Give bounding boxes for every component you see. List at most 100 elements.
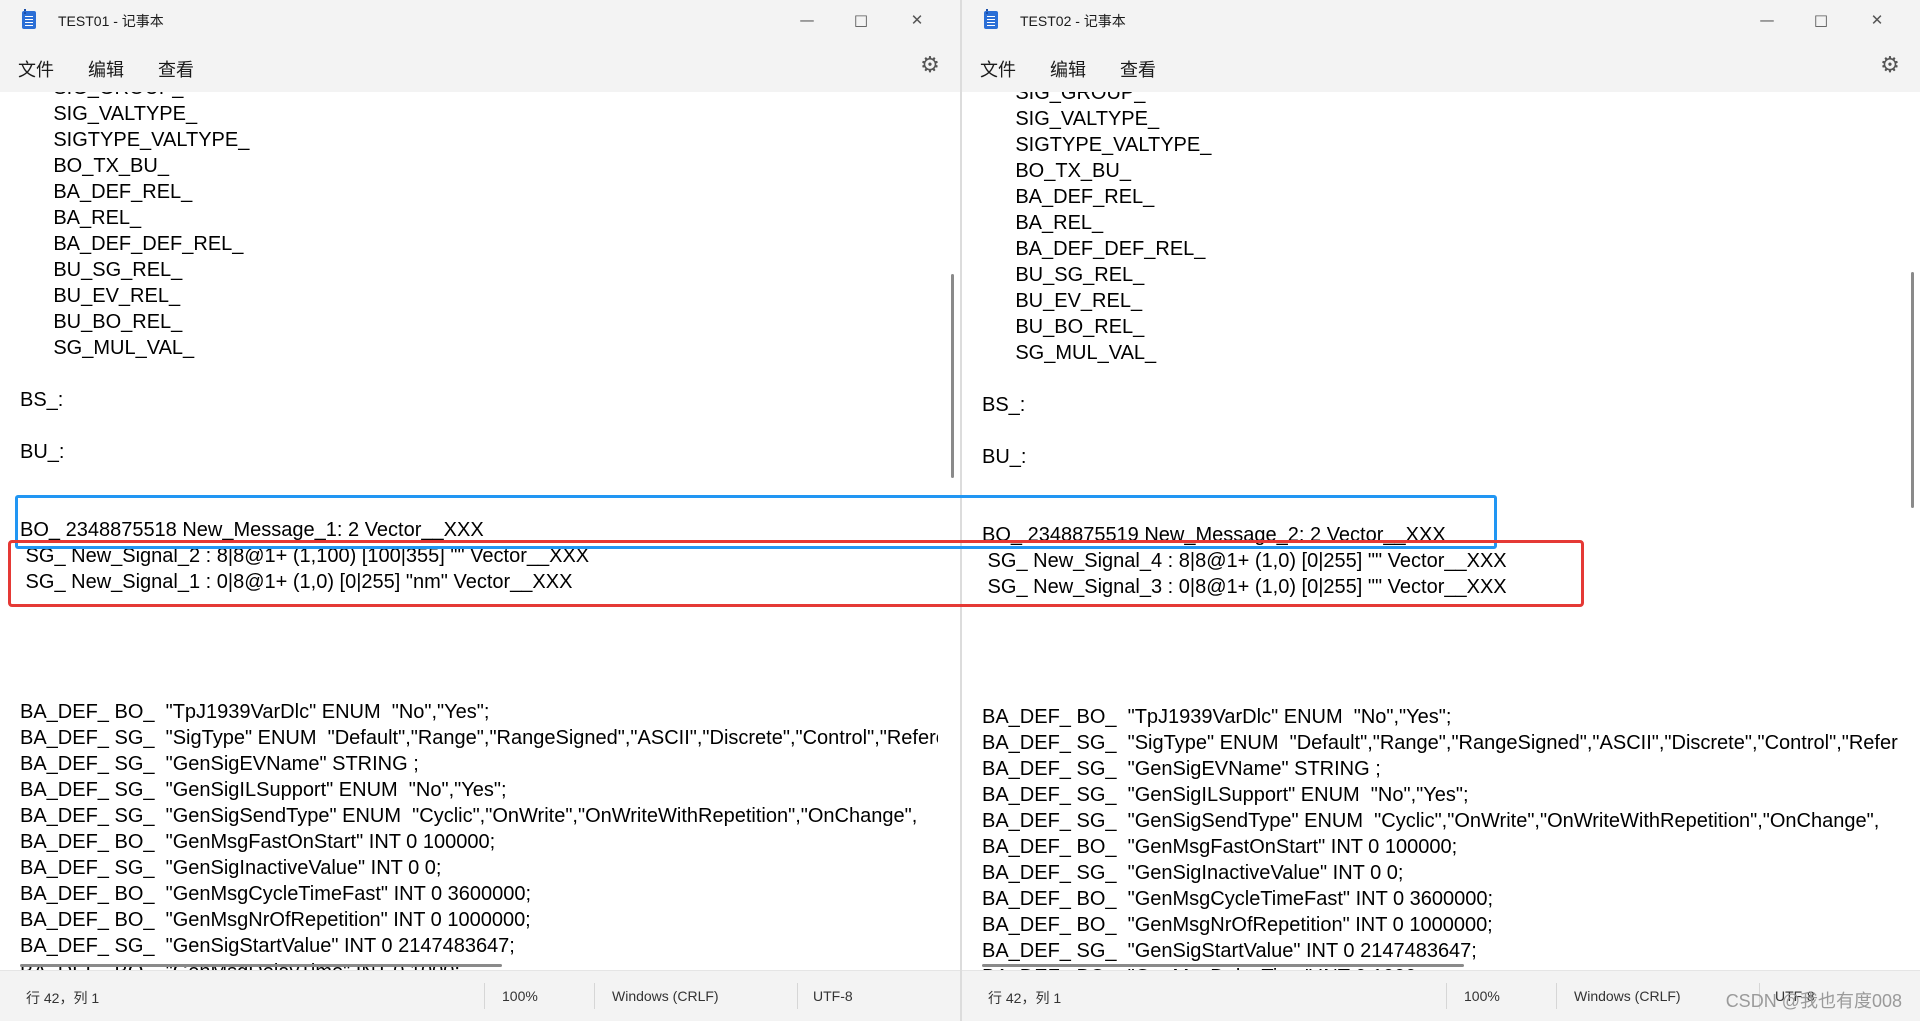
text-line[interactable] (982, 496, 1898, 522)
text-line[interactable] (982, 652, 1898, 678)
text-line[interactable] (982, 418, 1898, 444)
text-line[interactable] (20, 491, 938, 517)
text-line[interactable]: BA_DEF_ BO_ "GenMsgCycleTimeFast" INT 0 … (982, 886, 1898, 912)
notepad-app-icon (22, 9, 36, 29)
text-line[interactable]: BO_ 2348875519 New_Message_2: 2 Vector__… (982, 522, 1898, 548)
horizontal-scrollbar[interactable] (982, 964, 1464, 967)
text-line[interactable]: BA_DEF_ BO_ "GenMsgCycleTimeFast" INT 0 … (20, 881, 938, 907)
minimize-icon[interactable]: — (784, 4, 830, 36)
text-line[interactable]: BA_DEF_DEF_REL_ (982, 236, 1898, 262)
status-bar: 行 42，列 1 100% Windows (CRLF) UTF-8 (0, 970, 960, 1021)
encoding: UTF-8 (813, 988, 853, 1004)
text-line[interactable]: BU_EV_REL_ (982, 288, 1898, 314)
menu-bar: 文件 编辑 查看 ⚙ (0, 40, 960, 92)
menu-file[interactable]: 文件 (18, 56, 54, 82)
text-line[interactable]: BA_DEF_DEF_REL_ (20, 231, 938, 257)
text-line[interactable]: BA_DEF_ SG_ "SigType" ENUM "Default","Ra… (982, 730, 1898, 756)
menu-edit[interactable]: 编辑 (1050, 56, 1086, 82)
text-line[interactable]: SIGTYPE_VALTYPE_ (20, 127, 938, 153)
menu-file[interactable]: 文件 (980, 56, 1016, 82)
text-line[interactable]: SG_MUL_VAL_ (20, 335, 938, 361)
text-line[interactable]: BA_DEF_REL_ (982, 184, 1898, 210)
maximize-icon[interactable]: □ (1798, 4, 1844, 36)
text-line[interactable]: BA_REL_ (20, 205, 938, 231)
text-line[interactable] (982, 678, 1898, 704)
text-editor-area[interactable]: SIG_GROUP_ SIG_VALTYPE_ SIGTYPE_VALTYPE_… (962, 92, 1920, 971)
text-line[interactable]: BA_DEF_ BO_ "GenMsgNrOfRepetition" INT 0… (20, 907, 938, 933)
settings-gear-icon[interactable]: ⚙ (1876, 52, 1904, 80)
settings-gear-icon[interactable]: ⚙ (916, 52, 944, 80)
text-line[interactable]: BA_DEF_ SG_ "GenSigSendType" ENUM "Cycli… (982, 808, 1898, 834)
text-line[interactable] (20, 647, 938, 673)
text-line[interactable]: BA_DEF_ SG_ "GenSigEVName" STRING ; (20, 751, 938, 777)
text-line[interactable]: BU_SG_REL_ (20, 257, 938, 283)
minimize-icon[interactable]: — (1744, 4, 1790, 36)
text-line[interactable]: BA_DEF_ BO_ "TpJ1939VarDlc" ENUM "No","Y… (982, 704, 1898, 730)
menu-view[interactable]: 查看 (158, 56, 194, 82)
text-line[interactable]: SIG_VALTYPE_ (982, 106, 1898, 132)
menu-edit[interactable]: 编辑 (88, 56, 124, 82)
text-line[interactable]: BA_DEF_ SG_ "GenSigILSupport" ENUM "No",… (982, 782, 1898, 808)
text-line[interactable]: BS_: (982, 392, 1898, 418)
text-line[interactable]: BA_DEF_ SG_ "GenSigStartValue" INT 0 214… (20, 933, 938, 959)
text-line[interactable]: BU_: (982, 444, 1898, 470)
text-line[interactable] (20, 673, 938, 699)
text-line[interactable] (20, 465, 938, 491)
notepad-app-icon (984, 9, 998, 29)
status-divider (1446, 983, 1447, 1009)
text-line[interactable]: BA_REL_ (982, 210, 1898, 236)
text-line[interactable]: BA_DEF_REL_ (20, 179, 938, 205)
editor-text[interactable]: SIG_GROUP_ SIG_VALTYPE_ SIGTYPE_VALTYPE_… (20, 92, 938, 971)
text-line[interactable]: SIGTYPE_VALTYPE_ (982, 132, 1898, 158)
text-line[interactable]: BA_DEF_ BO_ "GenMsgFastOnStart" INT 0 10… (20, 829, 938, 855)
text-line[interactable]: SG_ New_Signal_4 : 8|8@1+ (1,0) [0|255] … (982, 548, 1898, 574)
text-line[interactable]: BA_DEF_ SG_ "GenSigSendType" ENUM "Cycli… (20, 803, 938, 829)
text-line[interactable] (20, 621, 938, 647)
text-line[interactable]: SIG_GROUP_ (982, 92, 1898, 106)
close-icon[interactable]: ✕ (1854, 4, 1900, 36)
text-line[interactable]: SG_ New_Signal_1 : 0|8@1+ (1,0) [0|255] … (20, 569, 938, 595)
vertical-scrollbar[interactable] (1911, 272, 1914, 508)
title-bar[interactable]: TEST01 - 记事本 — □ ✕ (0, 0, 960, 40)
text-editor-area[interactable]: SIG_GROUP_ SIG_VALTYPE_ SIGTYPE_VALTYPE_… (0, 92, 960, 971)
text-line[interactable]: BU_: (20, 439, 938, 465)
text-line[interactable]: BO_TX_BU_ (20, 153, 938, 179)
text-line[interactable]: BA_DEF_ SG_ "GenSigInactiveValue" INT 0 … (20, 855, 938, 881)
text-line[interactable]: BA_DEF_ SG_ "GenSigILSupport" ENUM "No",… (20, 777, 938, 803)
maximize-icon[interactable]: □ (838, 4, 884, 36)
text-line[interactable] (20, 361, 938, 387)
text-line[interactable] (982, 470, 1898, 496)
horizontal-scrollbar[interactable] (20, 964, 502, 967)
text-line[interactable]: BS_: (20, 387, 938, 413)
text-line[interactable]: SG_MUL_VAL_ (982, 340, 1898, 366)
vertical-scrollbar[interactable] (951, 274, 954, 478)
text-line[interactable] (20, 413, 938, 439)
text-line[interactable]: BO_TX_BU_ (982, 158, 1898, 184)
text-line[interactable]: BA_DEF_ SG_ "GenSigInactiveValue" INT 0 … (982, 860, 1898, 886)
text-line[interactable]: BA_DEF_ BO_ "TpJ1939VarDlc" ENUM "No","Y… (20, 699, 938, 725)
text-line[interactable]: BU_SG_REL_ (982, 262, 1898, 288)
text-line[interactable]: SG_ New_Signal_3 : 0|8@1+ (1,0) [0|255] … (982, 574, 1898, 600)
text-line[interactable] (982, 626, 1898, 652)
csdn-watermark: CSDN @我也有度008 (1725, 991, 1902, 1011)
text-line[interactable]: BA_DEF_ BO_ "GenMsgNrOfRepetition" INT 0… (982, 912, 1898, 938)
text-line[interactable]: BO_ 2348875518 New_Message_1: 2 Vector__… (20, 517, 938, 543)
text-line[interactable] (982, 600, 1898, 626)
title-bar[interactable]: TEST02 - 记事本 — □ ✕ (962, 0, 1920, 40)
text-line[interactable] (20, 595, 938, 621)
editor-text[interactable]: SIG_GROUP_ SIG_VALTYPE_ SIGTYPE_VALTYPE_… (982, 92, 1898, 971)
text-line[interactable]: BU_EV_REL_ (20, 283, 938, 309)
text-line[interactable]: BA_DEF_ SG_ "GenSigEVName" STRING ; (982, 756, 1898, 782)
text-line[interactable]: BA_DEF_ SG_ "SigType" ENUM "Default","Ra… (20, 725, 938, 751)
text-line[interactable] (982, 366, 1898, 392)
menu-view[interactable]: 查看 (1120, 56, 1156, 82)
menu-bar: 文件 编辑 查看 ⚙ (962, 40, 1920, 92)
text-line[interactable]: BA_DEF_ BO_ "GenMsgFastOnStart" INT 0 10… (982, 834, 1898, 860)
text-line[interactable]: SIG_GROUP_ (20, 92, 938, 101)
text-line[interactable]: BU_BO_REL_ (982, 314, 1898, 340)
text-line[interactable]: SG_ New_Signal_2 : 8|8@1+ (1,100) [100|3… (20, 543, 938, 569)
close-icon[interactable]: ✕ (894, 4, 940, 36)
text-line[interactable]: BA_DEF_ SG_ "GenSigStartValue" INT 0 214… (982, 938, 1898, 964)
text-line[interactable]: SIG_VALTYPE_ (20, 101, 938, 127)
text-line[interactable]: BU_BO_REL_ (20, 309, 938, 335)
